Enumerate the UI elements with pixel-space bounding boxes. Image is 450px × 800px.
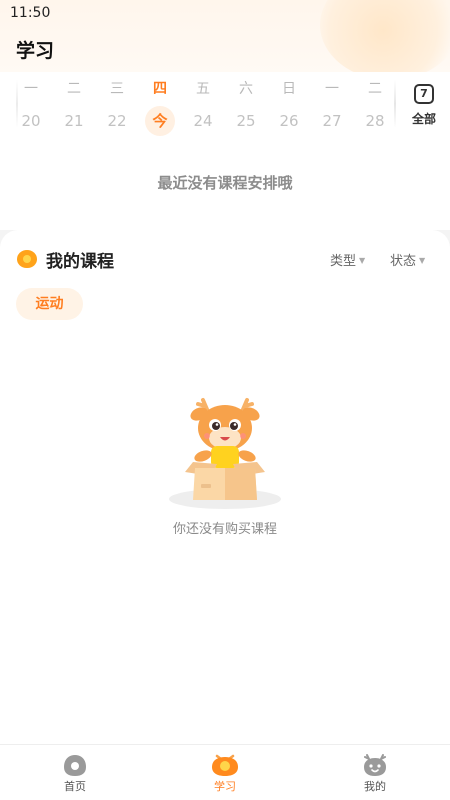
- all-courses-label: 全部: [411, 112, 436, 126]
- calendar-date: 26: [279, 112, 299, 130]
- calendar-day[interactable]: 一 27: [312, 78, 352, 138]
- calendar-day[interactable]: 一 20: [11, 78, 51, 138]
- type-filter-dropdown[interactable]: 类型 ▼: [330, 250, 365, 269]
- bottom-tab-bar: 首页 学习 我的: [0, 744, 450, 800]
- calendar-icon: 7: [414, 84, 434, 104]
- study-icon: [212, 754, 238, 776]
- calendar-day[interactable]: 二 21: [54, 78, 94, 138]
- calendar-date: 24: [193, 112, 213, 130]
- calendar-day[interactable]: 五 24: [183, 78, 223, 138]
- caret-down-icon: ▼: [359, 256, 366, 265]
- calendar-date: 27: [322, 112, 342, 130]
- calendar-weekday: 三: [110, 81, 124, 97]
- calendar-strip[interactable]: 一 20 二 21 三 22 四 今 五 24 六 25 日 26 一 27 二…: [0, 72, 398, 137]
- calendar-date: 21: [64, 112, 84, 130]
- calendar-day-today[interactable]: 四 今: [140, 78, 180, 138]
- category-tag-sports[interactable]: 运动: [16, 288, 83, 320]
- calendar-date: 今: [145, 106, 175, 136]
- tab-mine-label: 我的: [364, 780, 386, 793]
- course-section-icon: [17, 250, 37, 268]
- type-filter-label: 类型: [330, 254, 357, 269]
- calendar-date: 25: [236, 112, 256, 130]
- calendar-weekday: 五: [196, 81, 210, 97]
- status-bar: 11:50: [0, 0, 450, 26]
- tab-home-label: 首页: [64, 780, 86, 793]
- status-time: 11:50: [10, 5, 51, 21]
- tab-home[interactable]: 首页: [0, 745, 150, 800]
- calendar-weekday: 四: [153, 81, 167, 97]
- tab-study-label: 学习: [214, 780, 236, 793]
- calendar-day[interactable]: 日 26: [269, 78, 309, 138]
- empty-schedule-text: 最近没有课程安排哦: [157, 174, 293, 192]
- calendar-day[interactable]: 三 22: [97, 78, 137, 138]
- all-courses-button[interactable]: 7 全部: [404, 82, 444, 132]
- status-filter-label: 状态: [390, 254, 417, 269]
- calendar-weekday: 一: [24, 81, 38, 97]
- calendar-date: 20: [21, 112, 41, 130]
- caret-down-icon: ▼: [419, 256, 426, 265]
- calendar-weekday: 一: [325, 81, 339, 97]
- calendar-date: 28: [365, 112, 385, 130]
- empty-courses-text: 你还没有购买课程: [172, 522, 277, 537]
- calendar-card: 一 20 二 21 三 22 四 今 五 24 六 25 日 26 一 27 二…: [0, 72, 450, 215]
- my-courses-title: 我的课程: [46, 252, 114, 272]
- empty-box-deer-illustration: [169, 398, 281, 509]
- calendar-day[interactable]: 二 28: [355, 78, 395, 138]
- calendar-weekday: 二: [67, 81, 81, 97]
- calendar-date: 22: [107, 112, 127, 130]
- calendar-right-divider: [394, 80, 396, 128]
- tab-mine[interactable]: 我的: [300, 745, 450, 800]
- page-title: 学习: [16, 40, 55, 62]
- calendar-day[interactable]: 六 25: [226, 78, 266, 138]
- tab-study[interactable]: 学习: [150, 745, 300, 800]
- status-filter-dropdown[interactable]: 状态 ▼: [390, 250, 425, 269]
- calendar-weekday: 日: [282, 81, 296, 97]
- calendar-weekday: 六: [239, 81, 253, 97]
- calendar-weekday: 二: [368, 81, 382, 97]
- profile-icon: [364, 754, 386, 776]
- home-icon: [64, 755, 86, 776]
